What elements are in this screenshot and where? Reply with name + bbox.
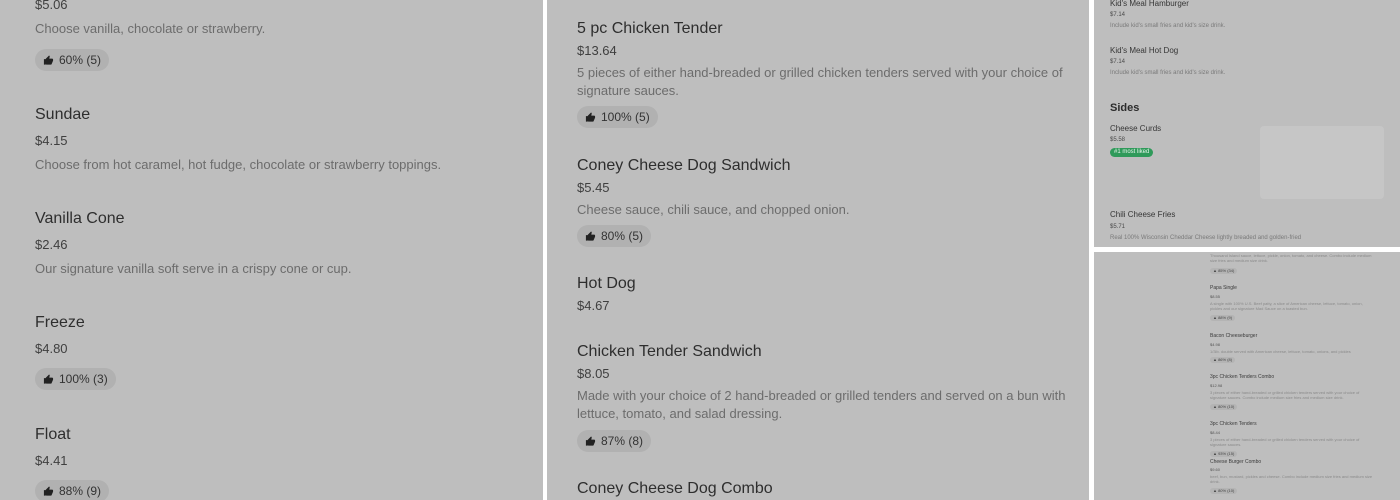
- item-price: $4.67: [577, 298, 610, 313]
- item-image-placeholder[interactable]: [1260, 126, 1384, 199]
- item-price: $8.05: [577, 366, 610, 381]
- item-price: $13.64: [577, 43, 617, 58]
- item-price: $2.46: [35, 237, 68, 252]
- item-description: Choose from hot caramel, hot fudge, choc…: [35, 157, 442, 172]
- menu-item-chicken-tender-sandwich[interactable]: Chicken Tender Sandwich $8.05 Made with …: [577, 342, 1066, 423]
- rating-badge[interactable]: 87% (8): [577, 430, 652, 452]
- item-name: Freeze: [35, 314, 85, 331]
- thumbs-up-icon: [43, 485, 54, 497]
- item-price: $4.80: [35, 341, 68, 356]
- item-description: Include kid's small fries and kid's size…: [1110, 70, 1226, 76]
- item-name[interactable]: Cheese Burger Combo: [1210, 459, 1261, 465]
- item-name: Coney Cheese Dog Sandwich: [577, 157, 791, 174]
- item-name: Float: [35, 426, 71, 443]
- item-name: Sundae: [35, 106, 91, 123]
- thumbs-up-icon: [43, 54, 54, 66]
- rating-badge[interactable]: 60% (5): [35, 49, 110, 71]
- item-name: 5 pc Chicken Tender: [577, 20, 723, 37]
- menu-column-burgers: Thousand Island sauce, lettuce, pickle, …: [1094, 252, 1400, 500]
- rating-badge[interactable]: ▲ 88% (9): [1210, 315, 1236, 321]
- item-name: Coney Cheese Dog Combo: [577, 480, 773, 497]
- item-name[interactable]: Cheese Curds: [1110, 124, 1161, 134]
- rating-badge[interactable]: 80% (5): [577, 225, 652, 247]
- item-description: Our signature vanilla soft serve in a cr…: [35, 261, 352, 276]
- menu-item-5pc-chicken-tender[interactable]: 5 pc Chicken Tender $13.64 5 pieces of e…: [577, 19, 1063, 100]
- rating-text: 80% (10): [1218, 404, 1235, 409]
- item-name: Vanilla Cone: [35, 210, 125, 227]
- item-description-line2: signature sauces.: [1210, 442, 1242, 447]
- rating-text: 88% (9): [1218, 315, 1233, 320]
- rating-text: 85% (34): [1218, 268, 1235, 273]
- item-name[interactable]: 3pc Chicken Tenders: [1210, 421, 1257, 427]
- thumbs-up-icon: [585, 435, 596, 447]
- item-description: Choose vanilla, chocolate or strawberry.: [35, 21, 266, 36]
- item-price: $8.44: [1210, 430, 1221, 435]
- rating-badge[interactable]: ▲ 85% (34): [1210, 268, 1238, 274]
- menu-item-vanilla-cone[interactable]: Vanilla Cone $2.46 Our signature vanilla…: [35, 209, 351, 278]
- item-name[interactable]: Papa Single: [1210, 285, 1237, 291]
- item-price: $5.06: [35, 0, 68, 12]
- rating-badge[interactable]: 100% (3): [35, 368, 116, 390]
- item-price: $8.55: [1210, 294, 1221, 299]
- item-description-line2: size fries and medium size drink.: [1210, 258, 1269, 263]
- menu-item-hot-dog[interactable]: Hot Dog $4.67: [577, 274, 636, 315]
- menu-item-sundae[interactable]: Sundae $4.15 Choose from hot caramel, ho…: [35, 105, 441, 174]
- menu-item-float[interactable]: Float $4.41: [35, 425, 71, 470]
- item-description: Made with your choice of 2 hand-breaded …: [577, 388, 1066, 403]
- item-price: $5.45: [577, 180, 610, 195]
- item-name[interactable]: Kid's Meal Hamburger: [1110, 0, 1189, 9]
- rating-badge[interactable]: ▲ 80% (10): [1210, 404, 1238, 410]
- item-name[interactable]: Kid's Meal Hot Dog: [1110, 46, 1178, 56]
- rating-text: 88% (9): [59, 484, 102, 498]
- thumbs-up-icon: [43, 373, 54, 385]
- menu-column-kids-and-sides: Kid's Meal Hamburger $7.14 Include kid's…: [1094, 0, 1400, 247]
- item-price: $12.98: [1210, 383, 1223, 388]
- item-price: $5.58: [1110, 137, 1126, 143]
- menu-column-entrees: 5 pc Chicken Tender $13.64 5 pieces of e…: [547, 0, 1089, 500]
- item-price: $5.71: [1110, 224, 1126, 230]
- item-description-line2: lettuce, tomato, and salad dressing.: [577, 406, 783, 421]
- item-name[interactable]: 3pc Chicken Tenders Combo: [1210, 374, 1274, 380]
- thumbs-up-icon: [585, 111, 596, 123]
- rating-text: 100% (5): [601, 110, 650, 124]
- item-description: Include kid's small fries and kid's size…: [1110, 23, 1226, 29]
- item-description: 5 pieces of either hand-breaded or grill…: [577, 65, 1063, 80]
- item-description: Cheese sauce, chili sauce, and chopped o…: [577, 202, 850, 217]
- item-price: $7.14: [1110, 12, 1126, 18]
- item-description-line2: signature sauces. Combo include medium s…: [1210, 395, 1344, 400]
- item-price: $4.41: [35, 453, 68, 468]
- rating-text: 80% (10): [1218, 488, 1235, 493]
- item-name: Chicken Tender Sandwich: [577, 343, 762, 360]
- menu-column-desserts: $5.06 Choose vanilla, chocolate or straw…: [0, 0, 543, 500]
- rating-badge[interactable]: 88% (9): [35, 480, 110, 500]
- rating-text: 60% (5): [59, 53, 102, 67]
- item-name[interactable]: Bacon Cheeseburger: [1210, 333, 1257, 339]
- section-heading-sides: Sides: [1110, 102, 1140, 114]
- item-name[interactable]: Chili Cheese Fries: [1110, 210, 1175, 220]
- rating-text: 87% (8): [601, 434, 644, 448]
- item-description: Real 100% Wisconsin Cheddar Cheese light…: [1110, 235, 1302, 241]
- rating-badge[interactable]: ▲ 80% (10): [1210, 488, 1238, 494]
- item-price: $9.60: [1210, 467, 1221, 472]
- item-price: $4.98: [1210, 342, 1221, 347]
- item-price: $4.15: [35, 133, 68, 148]
- rating-text: 100% (3): [59, 372, 108, 386]
- thumbs-up-icon: [585, 230, 596, 242]
- menu-item-coney-cheese-dog-sandwich[interactable]: Coney Cheese Dog Sandwich $5.45 Cheese s…: [577, 156, 849, 219]
- item-description-line2: drink.: [1210, 479, 1220, 484]
- item-description-line2: pickles and our signature Mad Sauce on a…: [1210, 306, 1308, 311]
- menu-item-coney-cheese-dog-combo[interactable]: Coney Cheese Dog Combo: [577, 479, 773, 499]
- item-price: $7.14: [1110, 59, 1126, 65]
- item-description: 1/3lb. double served with American chees…: [1210, 349, 1351, 354]
- most-liked-badge: #1 most liked: [1110, 148, 1154, 157]
- rating-badge[interactable]: ▲ 86% (8): [1210, 357, 1236, 363]
- item-name: Hot Dog: [577, 275, 636, 292]
- rating-text: 86% (8): [1218, 357, 1233, 362]
- item-description-line2: signature sauces.: [577, 83, 679, 98]
- rating-text: 80% (5): [601, 229, 644, 243]
- rating-badge[interactable]: ▲ 93% (15): [1210, 451, 1238, 457]
- rating-badge[interactable]: 100% (5): [577, 106, 658, 128]
- rating-text: 93% (15): [1218, 451, 1235, 456]
- menu-item-freeze[interactable]: Freeze $4.80: [35, 313, 85, 358]
